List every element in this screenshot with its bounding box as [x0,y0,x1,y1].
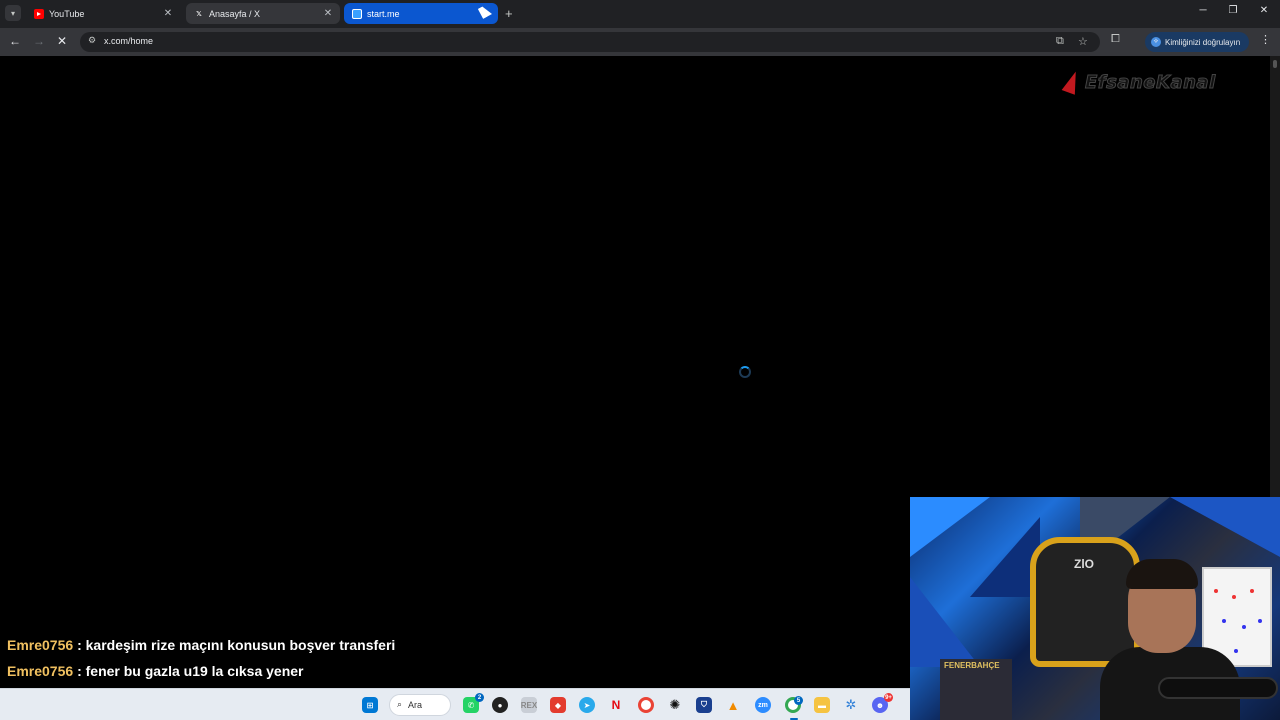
stop-loading-icon[interactable]: ✕ [54,34,70,48]
streamer-webcam: ZlO FENERBAHÇE [910,497,1280,720]
chat-username: Emre0756 [7,637,74,653]
tab-title: YouTube [49,8,85,19]
youtube-icon [34,8,44,19]
scrollbar-thumb[interactable] [1273,60,1277,68]
new-tab-button[interactable]: + [505,6,513,21]
stream-chat-overlay: Emre0756 : kardeşim rize maçını konusun … [7,636,395,688]
chat-message: Emre0756 : kardeşim rize maçını konusun … [7,637,396,653]
extensions-icon[interactable]: ⧠ [1111,33,1120,46]
loading-spinner-icon [739,366,751,378]
channel-logo: EfsaneKanal [1061,68,1216,96]
zoom-icon[interactable]: zm [755,697,771,713]
vlc-icon[interactable]: ▲ [725,697,741,713]
tab-startme[interactable]: start.me [344,3,498,24]
chatgpt-icon[interactable]: ✺ [667,697,683,713]
tab-close-icon[interactable]: ✕ [322,8,334,19]
tab-title: start.me [367,8,400,19]
wall-shard [1170,497,1280,557]
windows-start-icon[interactable]: ⊞ [362,697,378,713]
url-text[interactable]: x.com/home [104,36,153,46]
app-icon[interactable]: REX [521,697,537,713]
chat-text: kardeşim rize maçını konusun boşver tran… [85,637,396,653]
bitwarden-icon[interactable]: ⛉ [696,697,712,713]
tab-search-button[interactable]: ▾ [5,5,21,21]
streamer-hair [1126,559,1198,589]
poster-text: FENERBAHÇE [944,661,1000,670]
settings-icon[interactable]: ✲ [843,697,859,713]
notification-badge: 9+ [884,693,893,702]
minimize-icon[interactable]: ─ [1193,5,1213,16]
back-arrow-icon[interactable]: ← [7,34,23,48]
obs-icon[interactable]: ● [492,697,508,713]
restore-icon[interactable]: ❐ [1223,5,1243,16]
discord-icon[interactable]: ☻ 9+ [872,693,893,713]
menu-kebab-icon[interactable]: ⋮ [1260,33,1271,46]
logo-text: EfsaneKanal [1085,71,1216,93]
profile-icon: ⟡ [1151,37,1161,47]
address-bar[interactable]: ⚙ x.com/home ⧉ ☆ [80,32,1100,52]
file-explorer-icon[interactable]: ▬ [814,697,830,713]
microphone [1158,677,1278,699]
startme-icon [352,8,362,19]
gaming-chair: ZlO [1030,537,1140,667]
telegram-icon[interactable]: ➤ [579,697,595,713]
whatsapp-icon[interactable]: ✆ 2 [463,693,484,713]
browser-toolbar: ← → ✕ ⚙ x.com/home ⧉ ☆ ⧠ ⟡ Kimliğinizi d… [0,28,1280,56]
verify-identity-label: Kimliğinizi doğrulayın [1165,37,1241,47]
chat-message: Emre0756 : fener bu gazla u19 la cıksa y… [7,663,304,679]
window-close-icon[interactable]: ✕ [1254,5,1274,16]
netflix-icon[interactable]: N [608,697,624,713]
notification-badge: 2 [475,693,484,702]
site-info-icon[interactable]: ⚙ [88,35,96,46]
logo-mark-icon [1061,69,1083,95]
search-icon: ⌕ [397,699,403,709]
tab-title: Anasayfa / X [209,8,261,19]
tab-x-home[interactable]: 𝕏 Anasayfa / X ✕ [186,3,340,24]
forward-arrow-icon[interactable]: → [31,34,47,48]
chrome-profile-icon[interactable]: 5 [785,696,803,713]
windows-taskbar: ⊞ ⌕ Ara ✆ 2 ● REX ◆ ➤ N ✺ ⛉ ▲ zm 5 ▬ ✲ ☻ 9… [0,688,910,720]
chat-username: Emre0756 [7,663,74,679]
verify-identity-button[interactable]: ⟡ Kimliğinizi doğrulayın [1145,32,1249,52]
taskbar-search[interactable]: ⌕ Ara [389,694,451,716]
notification-badge: 5 [794,696,803,705]
chrome-icon[interactable] [638,697,654,713]
tab-close-icon[interactable]: ✕ [162,8,174,19]
anydesk-icon[interactable]: ◆ [550,697,566,713]
tab-youtube[interactable]: YouTube ✕ [26,3,180,24]
install-app-icon[interactable]: ⧉ [1056,35,1064,48]
taskbar-search-label: Ara [408,700,423,710]
chat-text: fener bu gazla u19 la cıksa yener [85,663,304,679]
bookmark-star-icon[interactable]: ☆ [1078,35,1088,48]
wall-shard [910,577,980,667]
chair-logo-text: ZlO [1074,557,1094,571]
fan-poster: FENERBAHÇE [940,659,1012,720]
x-icon: 𝕏 [196,10,202,18]
browser-tab-strip: ▾ YouTube ✕ 𝕏 Anasayfa / X ✕ start.me + … [0,0,1280,28]
